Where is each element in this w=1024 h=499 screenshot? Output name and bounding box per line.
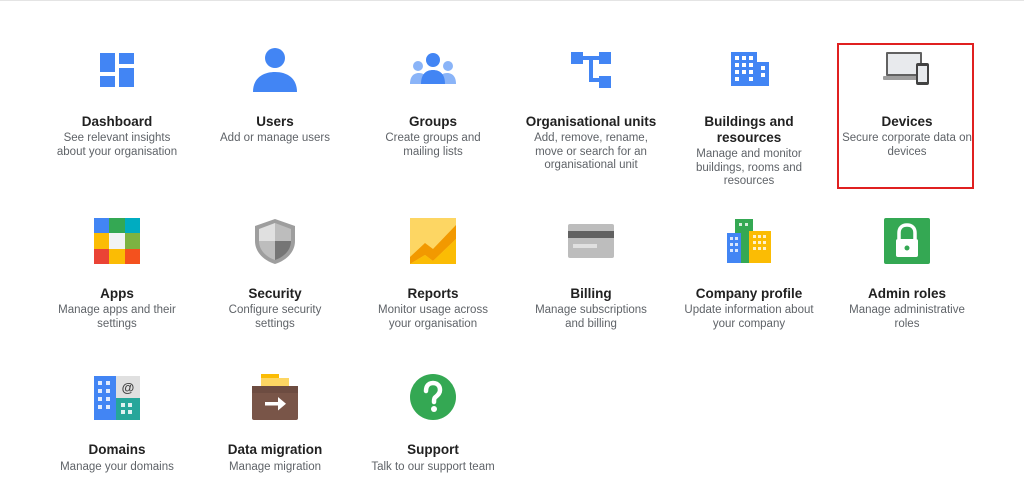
card-description: Manage administrative roles <box>849 304 965 330</box>
card-title: Apps <box>100 286 134 301</box>
card-description: Update information about your company <box>684 304 814 330</box>
dashboard-icon <box>93 46 141 94</box>
credit-card-icon <box>567 217 615 265</box>
card-title: Organisational units <box>525 114 657 129</box>
card-groups[interactable]: Groups Create groups and mailing lists <box>354 0 512 190</box>
card-title: Company profile <box>695 286 803 301</box>
card-description: Add, remove, rename, move or search for … <box>534 132 648 171</box>
help-question-icon <box>409 373 457 421</box>
card-billing[interactable]: Billing Manage subscriptions and billing <box>512 190 670 350</box>
card-description: Manage and monitor buildings, rooms and … <box>695 148 803 187</box>
card-support[interactable]: Support Talk to our support team <box>354 350 512 499</box>
groups-icon <box>409 46 457 94</box>
card-title: Groups <box>408 114 457 129</box>
card-title: Users <box>256 114 294 129</box>
reports-chart-icon <box>409 217 457 265</box>
card-title: Reports <box>407 286 459 301</box>
card-title: Data migration <box>227 442 323 457</box>
card-description: Talk to our support team <box>371 461 495 473</box>
apps-icon <box>93 217 141 265</box>
card-buildings-and-resources[interactable]: Buildings and resources Manage and monit… <box>670 0 828 190</box>
card-description: Monitor usage across your organisation <box>378 304 488 330</box>
card-data-migration[interactable]: Data migration Manage migration <box>196 350 354 499</box>
card-description: Manage apps and their settings <box>58 304 176 330</box>
migration-box-icon <box>251 373 299 421</box>
user-icon <box>251 44 299 92</box>
card-description: Configure security settings <box>228 304 322 330</box>
card-description: Manage your domains <box>60 461 174 473</box>
shield-icon <box>251 217 299 265</box>
card-title: Admin roles <box>867 286 946 301</box>
card-dashboard[interactable]: Dashboard See relevant insights about yo… <box>38 0 196 190</box>
domains-icon: @ <box>93 373 141 421</box>
card-organisational-units[interactable]: Organisational units Add, remove, rename… <box>512 0 670 190</box>
card-users[interactable]: Users Add or manage users <box>196 0 354 190</box>
card-title: Support <box>407 442 459 457</box>
card-description: Manage subscriptions and billing <box>535 304 647 330</box>
card-reports[interactable]: Reports Monitor usage across your organi… <box>354 190 512 350</box>
building-icon <box>725 46 773 94</box>
card-company-profile[interactable]: Company profile Update information about… <box>670 190 828 350</box>
card-title: Domains <box>88 442 146 457</box>
card-description: Add or manage users <box>220 132 330 144</box>
card-apps[interactable]: Apps Manage apps and their settings <box>38 190 196 350</box>
card-title: Billing <box>570 286 612 301</box>
devices-highlight-box <box>837 43 974 189</box>
card-domains[interactable]: @ Domains Manage your domains <box>38 350 196 499</box>
card-description: See relevant insights about your organis… <box>56 132 178 158</box>
org-units-icon <box>567 46 615 94</box>
card-description: Create groups and mailing lists <box>385 132 481 158</box>
card-title: Buildings and resources <box>704 114 794 145</box>
svg-text:@: @ <box>122 380 135 395</box>
card-title: Dashboard <box>81 114 153 129</box>
company-buildings-icon <box>725 217 773 265</box>
card-security[interactable]: Security Configure security settings <box>196 190 354 350</box>
card-description: Manage migration <box>228 461 322 473</box>
lock-icon <box>883 217 931 265</box>
card-admin-roles[interactable]: Admin roles Manage administrative roles <box>828 190 986 350</box>
card-title: Security <box>248 286 302 301</box>
